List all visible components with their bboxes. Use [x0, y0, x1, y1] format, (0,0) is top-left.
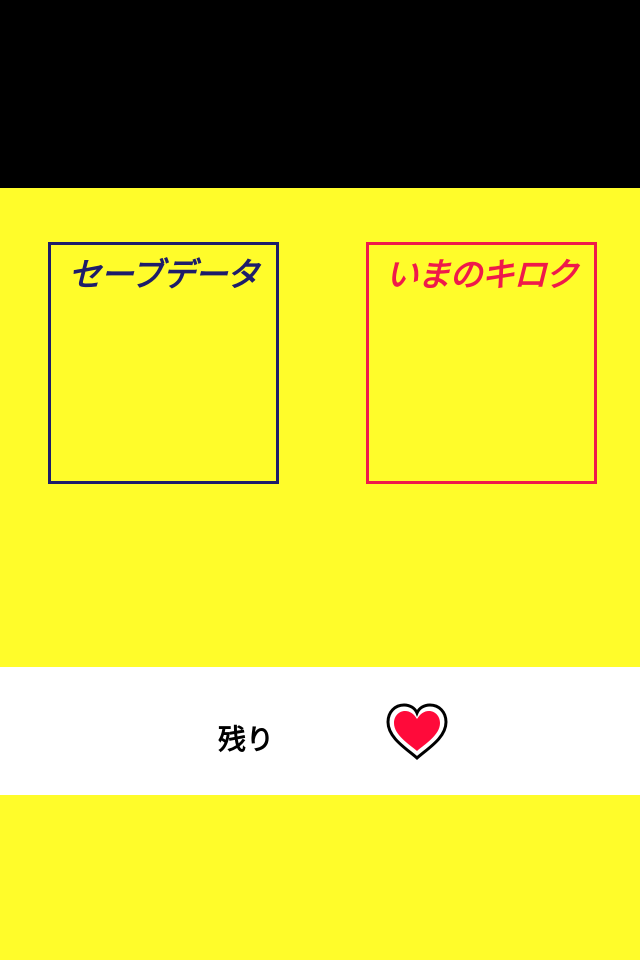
current-record-panel[interactable]: いまのキロク	[366, 242, 597, 484]
bottom-area	[0, 795, 640, 960]
top-black-bar	[0, 0, 640, 188]
current-record-title: いまのキロク	[385, 255, 579, 294]
save-data-panel[interactable]: セーブデータ	[48, 242, 279, 484]
remaining-label: 残り	[218, 723, 275, 756]
save-data-title: セーブデータ	[68, 255, 259, 294]
status-bar	[0, 667, 640, 795]
heart-icon	[386, 703, 448, 761]
